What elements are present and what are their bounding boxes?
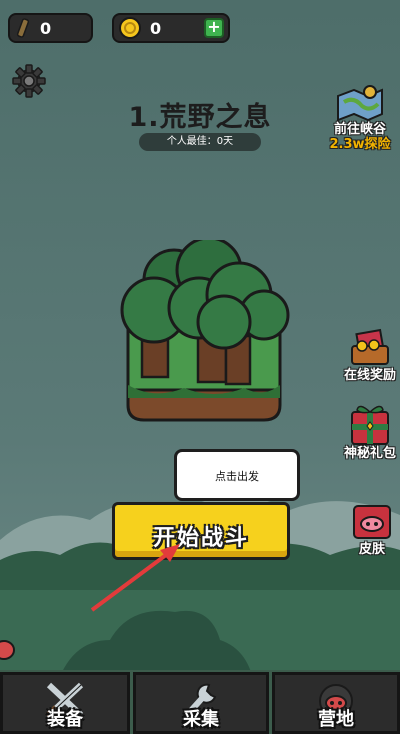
tab-gather[interactable]: 采集 <box>133 672 269 734</box>
coin-count: 0 <box>150 19 162 38</box>
skin-label: 皮肤 <box>358 542 385 557</box>
tab-gather-label: 采集 <box>183 709 219 730</box>
canyon-label: 前往峡谷 <box>333 122 386 137</box>
pig-skin-icon <box>353 505 391 539</box>
gift-box-icon <box>351 405 389 445</box>
gear-icon[interactable] <box>12 64 46 98</box>
scroll-resource-bar: 0 <box>8 13 93 43</box>
forest-island-illustration <box>120 240 290 422</box>
tab-equipment[interactable]: 装备 <box>0 672 130 734</box>
treasure-chest-icon <box>351 328 389 365</box>
map-icon <box>337 85 383 122</box>
tab-camp-label: 营地 <box>318 709 354 730</box>
tab-camp[interactable]: 营地 <box>272 672 400 734</box>
add-coins-button[interactable]: + <box>204 18 224 38</box>
plus-icon: + <box>207 17 221 36</box>
mystery-gift-button[interactable]: 神秘礼包 <box>334 402 400 461</box>
mystery-gift-label: 神秘礼包 <box>343 446 396 461</box>
coin-resource-bar: 0 + <box>112 13 230 43</box>
scroll-icon <box>16 18 30 38</box>
hint-bubble: 点击出发 <box>174 449 300 501</box>
tutorial-arrow-icon <box>90 544 180 612</box>
canyon-button[interactable]: 前往峡谷 2.3w探险 <box>324 82 396 152</box>
skin-button[interactable]: 皮肤 <box>336 502 400 557</box>
scroll-count: 0 <box>40 19 52 38</box>
online-reward-label: 在线奖励 <box>343 368 396 383</box>
online-reward-button[interactable]: 在线奖励 <box>334 328 400 383</box>
coin-icon <box>119 17 141 39</box>
hint-text: 点击出发 <box>215 470 259 483</box>
canyon-sublabel: 2.3w探险 <box>329 137 391 152</box>
pig-icon <box>0 640 15 660</box>
tab-equipment-label: 装备 <box>47 709 83 730</box>
best-record-badge: 个人最佳：0天 <box>139 133 261 151</box>
